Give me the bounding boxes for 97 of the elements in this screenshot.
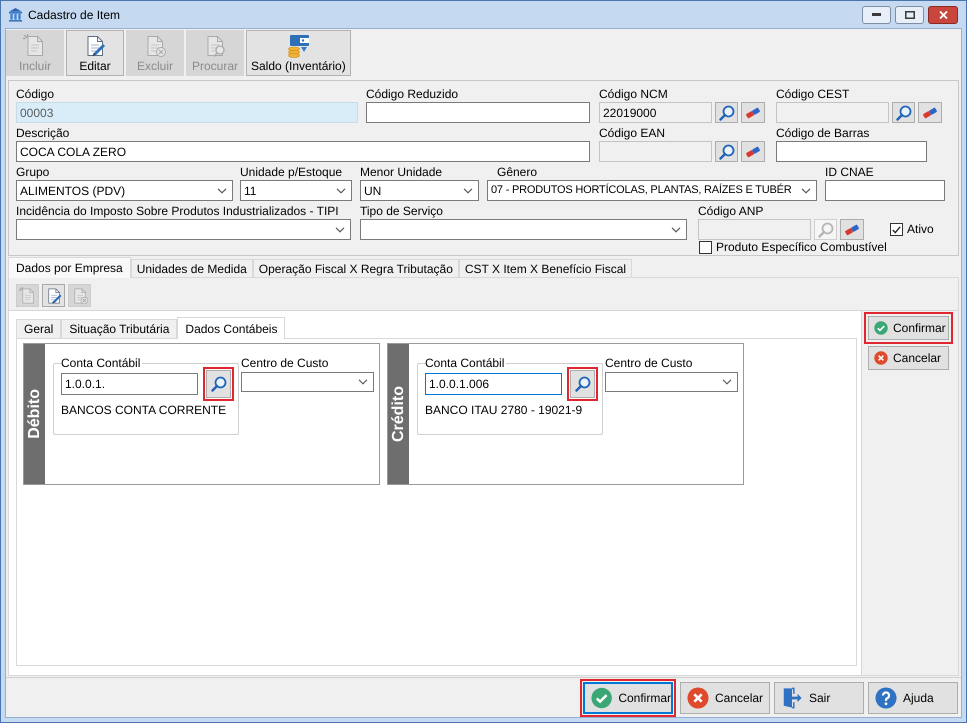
minimize-button[interactable] bbox=[862, 6, 891, 24]
eraser-icon bbox=[922, 106, 938, 118]
dropdown[interactable] bbox=[241, 372, 374, 392]
field-label: Conta Contábil bbox=[61, 357, 142, 369]
search-icon bbox=[896, 104, 912, 120]
field-label: Código CEST bbox=[776, 86, 850, 102]
dropdown[interactable]: UN bbox=[360, 180, 479, 201]
search-icon bbox=[574, 376, 590, 392]
field-label: Centro de Custo bbox=[605, 357, 692, 369]
building-icon bbox=[8, 7, 23, 22]
dropdown[interactable]: 07 - PRODUTOS HORTÍCOLAS, PLANTAS, RAÍZES E TUBÉR bbox=[487, 180, 817, 201]
toolbar-button[interactable]: Saldo (Inventário) bbox=[246, 30, 351, 76]
action-button[interactable]: Ajuda bbox=[868, 682, 958, 714]
tab[interactable]: Dados Contábeis bbox=[177, 317, 286, 339]
eraser-icon bbox=[745, 146, 761, 158]
field-label: Unidade p/Estoque bbox=[240, 164, 342, 180]
text-field[interactable]: 1.0.0.1.006 bbox=[425, 373, 562, 395]
search-icon bbox=[718, 144, 734, 160]
field-label: Código de Barras bbox=[776, 125, 870, 141]
dropdown[interactable] bbox=[16, 219, 351, 240]
field-label: Grupo bbox=[16, 164, 50, 180]
check-icon bbox=[892, 226, 901, 234]
tab[interactable]: Operação Fiscal X Regra Tributação bbox=[252, 259, 459, 277]
dropdown[interactable] bbox=[605, 372, 738, 392]
field-label: Incidência do Imposto Sobre Produtos Industrializados - TIPI bbox=[16, 203, 339, 219]
search-icon bbox=[818, 222, 834, 238]
text-field[interactable]: 1.0.0.1. bbox=[61, 373, 198, 395]
checkbox[interactable] bbox=[890, 223, 903, 236]
field-label: Menor Unidade bbox=[360, 164, 442, 180]
text-field[interactable]: 00003 bbox=[16, 102, 358, 123]
dropdown[interactable]: ALIMENTOS (PDV) bbox=[16, 180, 233, 201]
x-circle-icon bbox=[874, 351, 888, 365]
chevron-down-icon bbox=[358, 379, 368, 385]
chevron-down-icon bbox=[335, 226, 345, 232]
toolbar-button[interactable] bbox=[42, 284, 65, 307]
account-description: BANCOS CONTA CORRENTE bbox=[61, 404, 228, 417]
window-title: Cadastro de Item bbox=[28, 6, 120, 24]
eraser-button[interactable] bbox=[741, 141, 765, 162]
action-button[interactable]: Cancelar bbox=[868, 346, 949, 370]
close-button[interactable] bbox=[928, 6, 958, 24]
section-label: Débito bbox=[25, 389, 44, 439]
tab[interactable]: Geral bbox=[16, 319, 62, 338]
check-circle-icon bbox=[874, 321, 888, 335]
search-icon bbox=[718, 104, 734, 120]
x-circle-icon bbox=[687, 686, 709, 708]
close-icon bbox=[938, 10, 948, 18]
field-label: Descrição bbox=[16, 125, 70, 141]
minimize-icon bbox=[872, 13, 881, 16]
exit-door-icon bbox=[781, 686, 803, 708]
maximize-icon bbox=[904, 10, 914, 18]
section-label: Crédito bbox=[389, 386, 408, 442]
new-document-icon bbox=[18, 286, 36, 304]
field-label: Gênero bbox=[497, 164, 538, 180]
text-field[interactable] bbox=[825, 180, 945, 201]
dropdown[interactable]: 11 bbox=[240, 180, 352, 201]
field-label: ID CNAE bbox=[825, 164, 874, 180]
eraser-icon bbox=[844, 224, 860, 236]
tab[interactable]: Dados por Empresa bbox=[8, 257, 131, 278]
wallet-coins-icon bbox=[286, 34, 310, 58]
help-icon bbox=[875, 686, 897, 708]
chevron-down-icon bbox=[722, 379, 732, 385]
text-field[interactable]: COCA COLA ZERO bbox=[16, 141, 590, 162]
field-label: Conta Contábil bbox=[425, 357, 506, 369]
field-label: Código ANP bbox=[698, 203, 764, 219]
chevron-down-icon bbox=[336, 188, 346, 194]
maximize-button[interactable] bbox=[895, 6, 924, 24]
eraser-button[interactable] bbox=[840, 219, 864, 240]
account-description: BANCO ITAU 2780 - 19021-9 bbox=[425, 404, 584, 417]
eraser-button[interactable] bbox=[741, 102, 765, 123]
action-button[interactable]: Sair bbox=[774, 682, 864, 714]
checkbox-label: Produto Específico Combustível bbox=[716, 241, 887, 254]
eraser-button[interactable] bbox=[918, 102, 942, 123]
tab[interactable]: Unidades de Medida bbox=[130, 259, 253, 277]
chevron-down-icon bbox=[217, 188, 227, 194]
field-label: Tipo de Serviço bbox=[360, 203, 443, 219]
field-label: Código bbox=[16, 86, 54, 102]
search-icon bbox=[210, 376, 226, 392]
tab[interactable]: Situação Tributária bbox=[61, 319, 178, 338]
text-field[interactable] bbox=[366, 102, 590, 123]
field-label: Centro de Custo bbox=[241, 357, 328, 369]
field-label: Código Reduzido bbox=[366, 86, 458, 102]
chevron-down-icon bbox=[801, 188, 811, 194]
action-button[interactable]: Confirmar bbox=[868, 316, 949, 340]
chevron-down-icon bbox=[463, 188, 473, 194]
chevron-down-icon bbox=[671, 226, 681, 232]
action-button[interactable]: Confirmar bbox=[583, 682, 673, 714]
eraser-icon bbox=[745, 106, 761, 118]
field-label: Código EAN bbox=[599, 125, 666, 141]
dropdown[interactable] bbox=[360, 219, 687, 240]
field-label: Código NCM bbox=[599, 86, 668, 102]
toolbar-button[interactable]: Editar bbox=[66, 30, 124, 76]
checkbox[interactable] bbox=[699, 241, 712, 254]
tab[interactable]: CST X Item X Benefício Fiscal bbox=[458, 259, 632, 277]
action-button[interactable]: Cancelar bbox=[680, 682, 770, 714]
check-circle-icon bbox=[591, 686, 612, 708]
text-field[interactable] bbox=[776, 141, 927, 162]
checkbox-label: Ativo bbox=[907, 223, 934, 236]
